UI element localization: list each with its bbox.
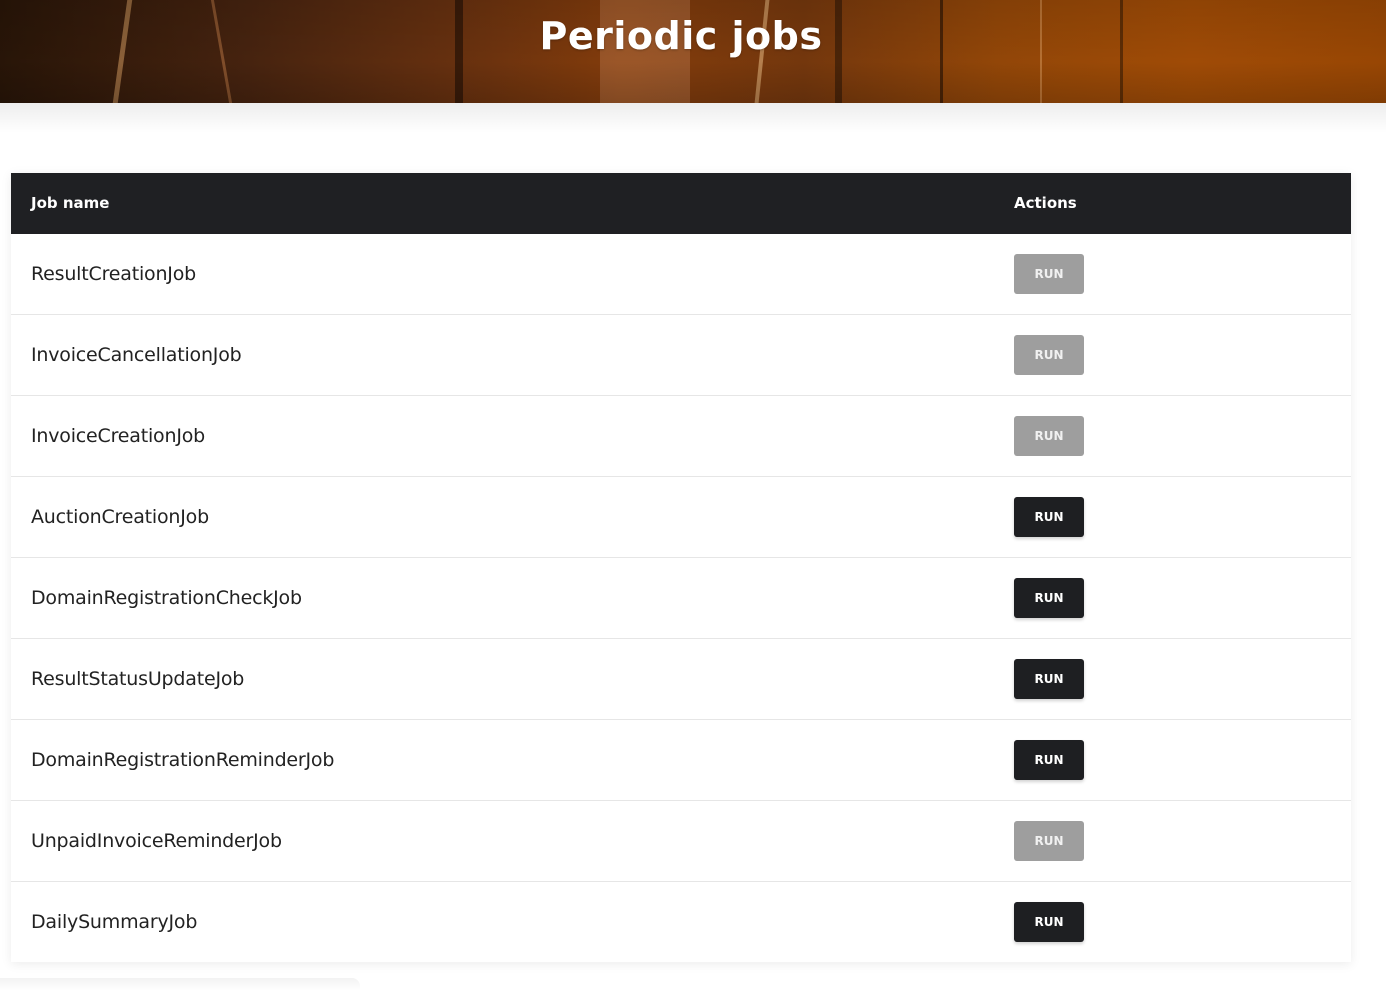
table-row: InvoiceCancellationJob RUN: [11, 315, 1351, 396]
job-name: InvoiceCancellationJob: [31, 344, 242, 366]
hero-banner: Periodic jobs: [0, 0, 1386, 103]
table-row: UnpaidInvoiceReminderJob RUN: [11, 801, 1351, 882]
column-header-job-name: Job name: [31, 194, 110, 212]
run-job-button[interactable]: RUN: [1014, 335, 1084, 375]
job-name: ResultStatusUpdateJob: [31, 668, 245, 690]
run-job-button[interactable]: RUN: [1014, 578, 1084, 618]
column-header-actions: Actions: [1014, 194, 1077, 212]
job-name: InvoiceCreationJob: [31, 425, 206, 447]
table-row: DomainRegistrationReminderJob RUN: [11, 720, 1351, 801]
run-job-button[interactable]: RUN: [1014, 902, 1084, 942]
job-name: AuctionCreationJob: [31, 506, 209, 528]
run-job-button[interactable]: RUN: [1014, 254, 1084, 294]
run-job-button[interactable]: RUN: [1014, 416, 1084, 456]
job-name: DailySummaryJob: [31, 911, 198, 933]
job-name: ResultCreationJob: [31, 263, 196, 285]
job-name: UnpaidInvoiceReminderJob: [31, 830, 282, 852]
table-row: DailySummaryJob RUN: [11, 882, 1351, 963]
table-body: ResultCreationJob RUN InvoiceCancellationJ…: [11, 234, 1351, 963]
table-row: DomainRegistrationCheckJob RUN: [11, 558, 1351, 639]
table-row: ResultCreationJob RUN: [11, 234, 1351, 315]
run-job-button[interactable]: RUN: [1014, 659, 1084, 699]
run-job-button[interactable]: RUN: [1014, 740, 1084, 780]
banner-shadow: [0, 103, 1386, 133]
jobs-table: Job name Actions ResultCreationJob RUN Inv…: [11, 173, 1351, 962]
page-title: Periodic jobs: [539, 14, 823, 58]
run-job-button[interactable]: RUN: [1014, 821, 1084, 861]
table-row: ResultStatusUpdateJob RUN: [11, 639, 1351, 720]
job-name: DomainRegistrationReminderJob: [31, 749, 335, 771]
job-name: DomainRegistrationCheckJob: [31, 587, 302, 609]
footer-shadow: [0, 978, 360, 991]
table-header: Job name Actions: [11, 173, 1351, 234]
table-row: InvoiceCreationJob RUN: [11, 396, 1351, 477]
table-row: AuctionCreationJob RUN: [11, 477, 1351, 558]
run-job-button[interactable]: RUN: [1014, 497, 1084, 537]
